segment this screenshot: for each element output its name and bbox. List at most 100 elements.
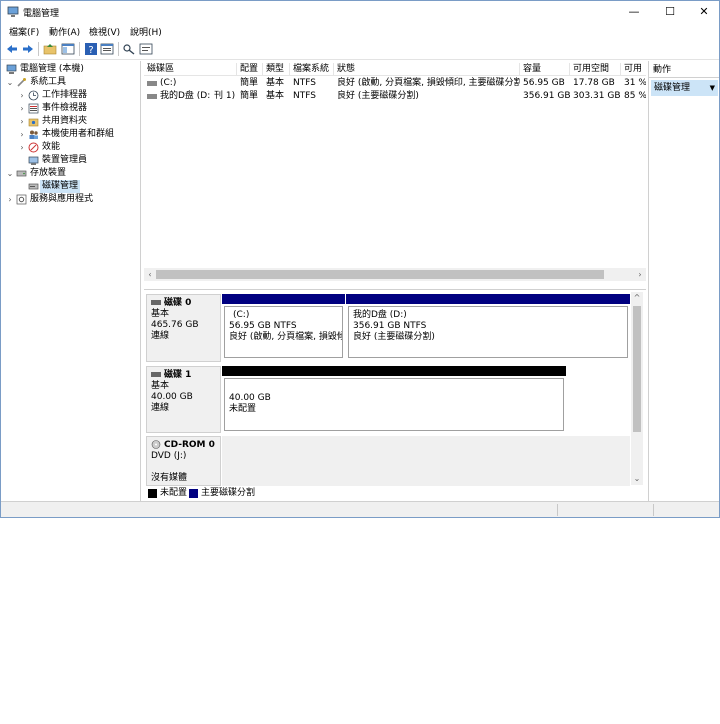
tree-item-system-tools[interactable]: ⌄ 系統工具 [6, 76, 139, 89]
partition-d[interactable]: 我的D盘 (D:) 356.91 GB NTFS 良好 (主要磁碟分割) [346, 294, 630, 360]
back-arrow-icon[interactable] [5, 42, 19, 56]
expand-icon[interactable]: › [18, 89, 26, 102]
title-bar: 電腦管理 — ☐ ✕ [1, 1, 719, 23]
tree-label: 共用資料夾 [42, 116, 88, 126]
disk-0-label[interactable]: 磁碟 0 基本 465.76 GB 連線 [146, 294, 221, 362]
expand-icon[interactable]: › [18, 128, 26, 141]
layout-cell: 簡單 [240, 91, 259, 101]
horizontal-scrollbar[interactable]: ‹ › [144, 268, 646, 281]
layout-cell: 簡單 [240, 78, 259, 88]
scroll-up-icon[interactable]: ^ [631, 292, 643, 304]
disk-status: 沒有媒體 [151, 473, 188, 483]
collapse-icon[interactable]: ⌄ [6, 167, 14, 180]
maximize-button[interactable]: ☐ [653, 1, 687, 23]
close-button[interactable]: ✕ [687, 1, 719, 23]
disk-icon [151, 372, 161, 377]
partition-label: (C:) [233, 310, 250, 320]
tree-label: 本機使用者和群組 [42, 129, 115, 139]
console-icon[interactable] [139, 42, 153, 56]
expand-icon[interactable]: › [6, 193, 14, 206]
dropdown-arrow-icon[interactable]: ▼ [710, 80, 715, 96]
menu-bar: 檔案(F) 動作(A) 檢視(V) 說明(H) [1, 23, 719, 39]
help-icon[interactable]: ? [84, 42, 98, 56]
menu-action[interactable]: 動作(A) [49, 25, 80, 38]
status-cell: 良好 (主要磁碟分割) [337, 91, 419, 101]
scroll-right-icon[interactable]: › [634, 268, 646, 281]
status-cell: 良好 (啟動, 分頁檔案, 損毀傾印, 主要磁碟分割) [337, 78, 520, 88]
properties-icon[interactable] [100, 42, 114, 56]
tree-item-performance[interactable]: › 效能 [18, 141, 139, 154]
table-row[interactable]: (C:) 簡單 基本 NTFS 良好 (啟動, 分頁檔案, 損毀傾印, 主要磁碟… [144, 77, 646, 90]
legend-unallocated: 未配置 [160, 488, 188, 498]
unallocated-partition[interactable]: 40.00 GB 未配置 [222, 366, 566, 433]
folder-up-icon[interactable] [43, 42, 57, 56]
partition-details: 40.00 GB 未配置 [224, 378, 564, 431]
menu-view[interactable]: 檢視(V) [89, 25, 120, 38]
scroll-left-icon[interactable]: ‹ [144, 268, 156, 281]
menu-help[interactable]: 說明(H) [130, 25, 162, 38]
minimize-button[interactable]: — [617, 1, 651, 23]
tree-item-task-scheduler[interactable]: › 工作排程器 [18, 89, 139, 102]
toolbar-separator [38, 42, 39, 56]
tree-item-root[interactable]: 電腦管理 (本機) [4, 63, 139, 76]
tree-item-storage[interactable]: ⌄ 存放裝置 [6, 167, 139, 180]
connect-icon[interactable] [122, 42, 136, 56]
partition-size: 356.91 GB NTFS [353, 321, 427, 331]
volume-name-cell: (C:) [144, 77, 237, 90]
tree-item-shared-folders[interactable]: › 共用資料夾 [18, 115, 139, 128]
partition-c[interactable]: (C:) 56.95 GB NTFS 良好 (啟動, 分頁檔案, 損毀傾 [222, 294, 345, 360]
legend-primary: 主要磁碟分割 [201, 488, 256, 498]
disk-management-icon [28, 183, 39, 190]
actions-header: 動作 [649, 63, 719, 78]
disk-status: 連線 [151, 403, 170, 413]
tree-label: 工作排程器 [42, 90, 88, 100]
partition-status: 良好 (啟動, 分頁檔案, 損毀傾 [229, 332, 343, 342]
capacity-cell: 356.91 GB [523, 91, 570, 101]
scrollbar-thumb[interactable] [633, 306, 641, 432]
filesystem-cell: NTFS [293, 78, 316, 88]
scrollbar-thumb[interactable] [156, 270, 604, 279]
tree-item-disk-management[interactable]: 磁碟管理 [18, 180, 139, 193]
forward-arrow-icon[interactable] [21, 42, 35, 56]
expand-icon[interactable]: › [18, 141, 26, 154]
collapse-icon[interactable]: ⌄ [6, 76, 14, 89]
status-bar [1, 501, 719, 517]
column-header-layout[interactable]: 配置 [237, 63, 263, 76]
disk-size: 465.76 GB [151, 320, 199, 330]
legend: 未配置 主要磁碟分割 [146, 487, 644, 500]
tree-label: 服務與應用程式 [30, 194, 94, 204]
column-header-capacity[interactable]: 容量 [520, 63, 570, 76]
table-row[interactable]: 我的D盘 (D:) 刊 1) 簡單 基本 NTFS 良好 (主要磁碟分割) 35… [144, 90, 646, 103]
column-header-volume[interactable]: 磁碟區 [144, 63, 237, 76]
performance-icon [28, 142, 39, 153]
column-header-filesystem[interactable]: 檔案系統 [290, 63, 334, 76]
svg-text:?: ? [88, 45, 93, 56]
show-hide-tree-icon[interactable] [61, 42, 75, 56]
scroll-down-icon[interactable]: ⌄ [631, 473, 643, 485]
tree-item-event-viewer[interactable]: › 事件檢視器 [18, 102, 139, 115]
clock-icon [28, 90, 39, 101]
actions-disk-management[interactable]: 磁碟管理 ▼ [651, 80, 718, 96]
event-viewer-icon [28, 103, 39, 114]
tree-label: 電腦管理 (本機) [20, 64, 84, 74]
action-label: 磁碟管理 [654, 83, 691, 93]
column-header-type[interactable]: 類型 [263, 63, 290, 76]
partition-size: 56.95 GB NTFS [229, 321, 297, 331]
tree-label: 裝置管理員 [42, 155, 88, 165]
disk-1-label[interactable]: 磁碟 1 基本 40.00 GB 連線 [146, 366, 221, 433]
tree-item-device-manager[interactable]: 裝置管理員 [18, 154, 139, 167]
expand-icon[interactable]: › [18, 115, 26, 128]
free-percent-cell: 85 % [624, 91, 646, 101]
column-header-status[interactable]: 狀態 [334, 63, 520, 76]
vertical-scrollbar[interactable]: ^ ⌄ [631, 292, 643, 485]
tree-item-local-users[interactable]: › 本機使用者和群組 [18, 128, 139, 141]
column-header-free-space[interactable]: 可用空間 [570, 63, 621, 76]
expand-icon[interactable]: › [18, 102, 26, 115]
column-header-free-percent[interactable]: 可用 [621, 63, 646, 76]
tree-item-services[interactable]: › 服務與應用程式 [6, 193, 139, 206]
volume-name-overflow: 刊 1) [214, 91, 236, 101]
volume-list: 磁碟區 配置 類型 檔案系統 狀態 容量 可用空間 可用 (C:) 簡單 基本 … [144, 61, 646, 283]
actions-pane: 動作 磁碟管理 ▼ [648, 61, 719, 501]
cdrom-label[interactable]: CD-ROM 0 DVD (J:) 沒有媒體 [146, 436, 221, 486]
menu-file[interactable]: 檔案(F) [9, 25, 39, 38]
